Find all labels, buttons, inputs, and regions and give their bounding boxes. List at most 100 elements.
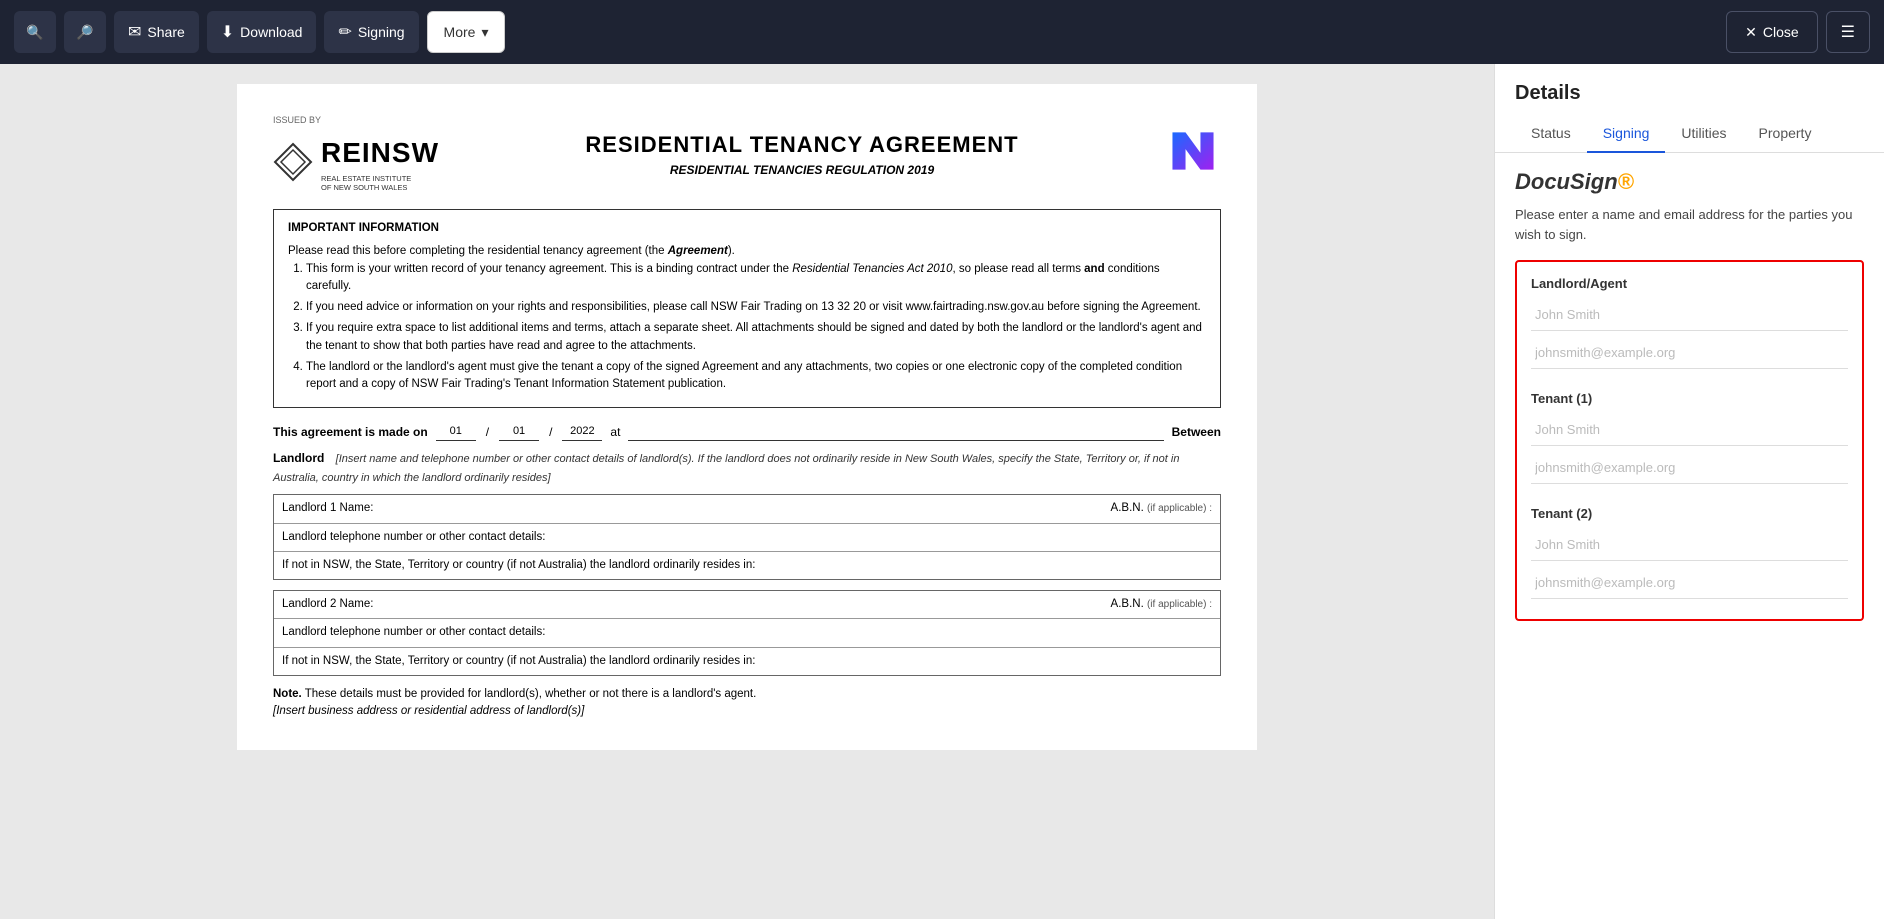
reinsw-subtitle: REAL ESTATE INSTITUTEOF NEW SOUTH WALES — [321, 174, 421, 194]
note-area: Note. These details must be provided for… — [273, 686, 1221, 721]
zoom-out-icon: 🔍 — [26, 24, 43, 41]
landlord1-state-row: If not in NSW, the State, Territory or c… — [274, 552, 1220, 579]
tenant2-name-input[interactable] — [1531, 529, 1848, 561]
reinsw-logo: REINSW REAL ESTATE INSTITUTEOF NEW SOUTH… — [273, 132, 439, 194]
landlord-instruction: [Insert name and telephone number or oth… — [273, 453, 1179, 484]
main-layout: ISSUED BY REINSW REAL ESTATE INSTITUTEOF… — [0, 64, 1884, 919]
agreement-made-on-text: This agreement is made on — [273, 423, 428, 441]
info-list: This form is your written record of your… — [288, 261, 1206, 394]
panel-header-title: Details — [1495, 64, 1884, 105]
download-icon: ⬇ — [221, 22, 234, 42]
chevron-down-icon: ▾ — [481, 24, 488, 41]
signing-icon: ✏ — [338, 22, 351, 42]
close-icon: ✕ — [1745, 24, 1757, 41]
zoom-in-icon: 🔎 — [76, 24, 93, 41]
landlord1-phone-label: Landlord telephone number or other conta… — [282, 531, 545, 543]
download-label: Download — [240, 24, 302, 40]
download-button[interactable]: ⬇ Download — [207, 11, 317, 53]
menu-button[interactable]: ☰ — [1826, 11, 1870, 53]
trademark-symbol: ® — [1618, 169, 1634, 194]
landlord-label: Landlord — [273, 451, 324, 465]
tab-signing[interactable]: Signing — [1587, 115, 1666, 153]
hamburger-icon: ☰ — [1841, 22, 1855, 42]
panel-content: DocuSign® Please enter a name and email … — [1495, 153, 1884, 919]
toolbar: 🔍 🔎 ✉ Share ⬇ Download ✏ Signing More ▾ … — [0, 0, 1884, 64]
toolbar-right: ✕ Close ☰ — [1726, 11, 1870, 53]
tenant1-label: Tenant (1) — [1531, 391, 1848, 406]
date-year-field: 2022 — [562, 423, 602, 441]
agreement-line: This agreement is made on 01 / 01 / 2022… — [273, 422, 1221, 441]
reinsw-name: REINSW — [321, 132, 439, 174]
at-field — [628, 422, 1163, 441]
landlord-section: Landlord [Insert name and telephone numb… — [273, 449, 1221, 486]
landlord2-name-row: Landlord 2 Name: A.B.N. (if applicable) … — [274, 591, 1220, 619]
tenant1-email-input[interactable] — [1531, 452, 1848, 484]
tab-utilities[interactable]: Utilities — [1665, 115, 1742, 153]
issued-by-label: ISSUED BY — [273, 114, 439, 128]
reinsw-diamond-icon — [273, 142, 313, 182]
logo-area: ISSUED BY REINSW REAL ESTATE INSTITUTEOF… — [273, 114, 439, 193]
landlord2-phone-label: Landlord telephone number or other conta… — [282, 626, 545, 638]
list-item: If you require extra space to list addit… — [306, 320, 1206, 355]
landlord2-abn-area: A.B.N. (if applicable) : — [1111, 596, 1212, 613]
info-title: IMPORTANT INFORMATION — [288, 220, 1206, 237]
tenant1-name-input[interactable] — [1531, 414, 1848, 446]
landlord2-name-label: Landlord 2 Name: — [282, 596, 373, 613]
tenant2-email-input[interactable] — [1531, 567, 1848, 599]
at-label: at — [610, 423, 620, 441]
landlord1-abn-label: A.B.N. — [1111, 502, 1144, 514]
list-item: The landlord or the landlord's agent mus… — [306, 359, 1206, 394]
share-button[interactable]: ✉ Share — [114, 11, 199, 53]
document-area[interactable]: ISSUED BY REINSW REAL ESTATE INSTITUTEOF… — [0, 64, 1494, 919]
landlord1-abn-note: (if applicable) : — [1147, 503, 1212, 514]
doc-title-area: RESIDENTIAL TENANCY AGREEMENT RESIDENTIA… — [585, 128, 1018, 179]
landlord-agent-label: Landlord/Agent — [1531, 276, 1848, 291]
landlord1-name-row: Landlord 1 Name: A.B.N. (if applicable) … — [274, 495, 1220, 523]
doc-subtitle: RESIDENTIAL TENANCIES REGULATION 2019 — [585, 161, 1018, 179]
zoom-in-button[interactable]: 🔎 — [64, 11, 106, 53]
landlord2-state-row: If not in NSW, the State, Territory or c… — [274, 648, 1220, 675]
signing-label: Signing — [358, 24, 405, 40]
landlord-name-input[interactable] — [1531, 299, 1848, 331]
zoom-out-button[interactable]: 🔍 — [14, 11, 56, 53]
landlord2-abn-label: A.B.N. — [1111, 598, 1144, 610]
docusign-title: DocuSign® — [1515, 169, 1864, 195]
panel-description: Please enter a name and email address fo… — [1515, 205, 1864, 244]
tab-property[interactable]: Property — [1743, 115, 1828, 153]
tab-status[interactable]: Status — [1515, 115, 1587, 153]
close-label: Close — [1763, 24, 1799, 40]
share-label: Share — [147, 24, 184, 40]
list-item: This form is your written record of your… — [306, 261, 1206, 296]
right-panel: Details Status Signing Utilities Propert… — [1494, 64, 1884, 919]
panel-tabs: Status Signing Utilities Property — [1495, 105, 1884, 153]
doc-header: ISSUED BY REINSW REAL ESTATE INSTITUTEOF… — [273, 114, 1221, 193]
note-italic: [Insert business address or residential … — [273, 705, 584, 717]
landlord1-name-label: Landlord 1 Name: — [282, 500, 373, 517]
party-divider-2 — [1531, 490, 1848, 506]
landlord1-state-label: If not in NSW, the State, Territory or c… — [282, 559, 755, 571]
info-intro: Please read this before completing the r… — [288, 243, 1206, 260]
signing-button[interactable]: ✏ Signing — [324, 11, 418, 53]
landlord2-state-label: If not in NSW, the State, Territory or c… — [282, 655, 755, 667]
signing-form: Landlord/Agent Tenant (1) Tenant (2) — [1515, 260, 1864, 621]
info-box: IMPORTANT INFORMATION Please read this b… — [273, 209, 1221, 408]
doc-title: RESIDENTIAL TENANCY AGREEMENT — [585, 128, 1018, 161]
landlord2-phone-row: Landlord telephone number or other conta… — [274, 619, 1220, 647]
note-text: These details must be provided for landl… — [305, 688, 757, 700]
close-button[interactable]: ✕ Close — [1726, 11, 1818, 53]
share-icon: ✉ — [128, 22, 141, 42]
note-label: Note. — [273, 688, 302, 700]
between-label: Between — [1172, 423, 1221, 441]
more-label: More — [444, 24, 476, 40]
document-page: ISSUED BY REINSW REAL ESTATE INSTITUTEOF… — [237, 84, 1257, 750]
landlord2-abn-note: (if applicable) : — [1147, 599, 1212, 610]
party-divider-1 — [1531, 375, 1848, 391]
landlord1-abn-area: A.B.N. (if applicable) : — [1111, 500, 1212, 517]
landlord-email-input[interactable] — [1531, 337, 1848, 369]
tenant2-label: Tenant (2) — [1531, 506, 1848, 521]
date-month-field: 01 — [499, 423, 539, 441]
landlord1-section: Landlord 1 Name: A.B.N. (if applicable) … — [273, 494, 1221, 580]
landlord1-phone-row: Landlord telephone number or other conta… — [274, 524, 1220, 552]
more-button[interactable]: More ▾ — [427, 11, 506, 53]
list-item: If you need advice or information on you… — [306, 299, 1206, 316]
